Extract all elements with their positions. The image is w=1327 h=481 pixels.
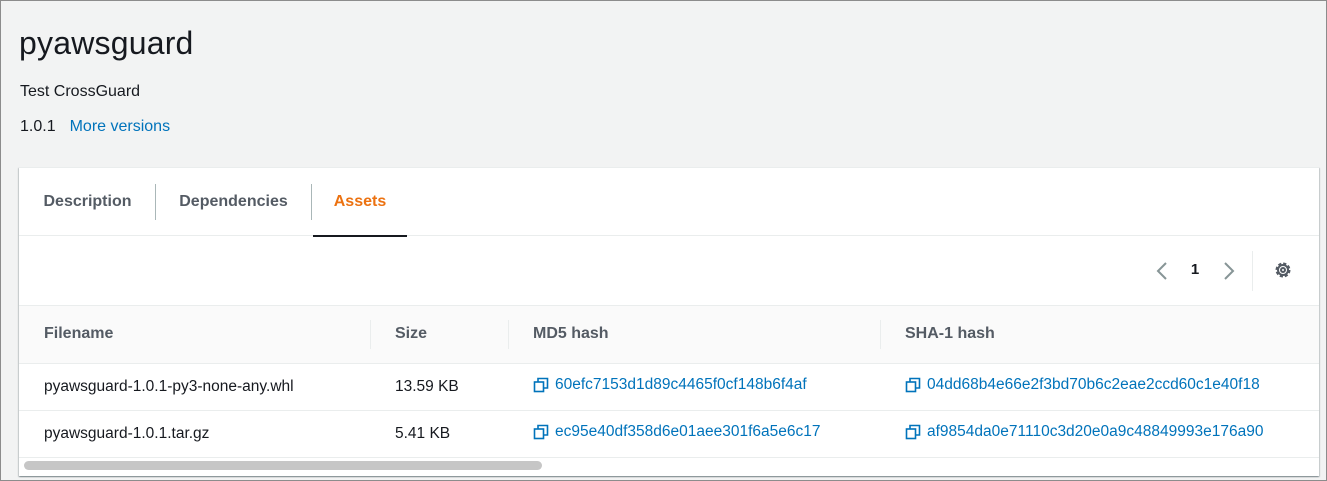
tab-dependencies[interactable]: Dependencies	[156, 168, 311, 236]
cell-size: 5.41 KB	[370, 410, 508, 458]
tab-label: Description	[43, 193, 132, 210]
page-frame: pyawsguard Test CrossGuard 1.0.1 More ve…	[0, 0, 1327, 481]
tab-label: Dependencies	[179, 193, 288, 210]
assets-panel: Description Dependencies Assets 1 Filena…	[19, 167, 1319, 476]
column-header-filename[interactable]: Filename	[19, 306, 370, 364]
page-title: pyawsguard	[19, 25, 194, 61]
version-label: 1.0.1	[20, 118, 56, 135]
tab-description[interactable]: Description	[19, 168, 156, 236]
gear-icon[interactable]	[1272, 259, 1294, 281]
table-header-row: Filename Size MD5 hash SHA-1 hash	[19, 306, 1319, 364]
cell-sha1: 04dd68b4e66e2f3bd70b6c2eae2ccd60c1e40f18	[880, 363, 1319, 411]
tab-bar: Description Dependencies Assets	[19, 168, 1319, 237]
page-number[interactable]: 1	[1189, 261, 1201, 278]
column-header-size[interactable]: Size	[370, 306, 508, 364]
column-header-md5[interactable]: MD5 hash	[508, 306, 880, 364]
version-row: 1.0.1 More versions	[20, 118, 170, 136]
horizontal-scrollbar[interactable]	[24, 461, 542, 470]
tab-divider	[311, 184, 312, 220]
cell-sha1: af9854da0e71110c3d20e0a9c48849993e176a90	[880, 410, 1319, 458]
table-row: pyawsguard-1.0.1-py3-none-any.whl 13.59 …	[19, 363, 1319, 411]
copy-icon	[533, 424, 549, 440]
copy-md5-link[interactable]: 60efc7153d1d89c4465f0cf148b6f4af	[533, 376, 807, 394]
cell-filename: pyawsguard-1.0.1.tar.gz	[19, 410, 370, 458]
assets-table: Filename Size MD5 hash SHA-1 hash pyawsg…	[19, 306, 1319, 458]
copy-sha1-link[interactable]: af9854da0e71110c3d20e0a9c48849993e176a90	[905, 423, 1263, 441]
cell-md5: 60efc7153d1d89c4465f0cf148b6f4af	[508, 363, 880, 411]
chevron-left-icon[interactable]	[1152, 260, 1172, 282]
copy-md5-link[interactable]: ec95e40df358d6e01aee301f6a5e6c17	[533, 423, 820, 441]
cell-filename: pyawsguard-1.0.1-py3-none-any.whl	[19, 363, 370, 411]
copy-icon	[533, 377, 549, 393]
column-header-sha1[interactable]: SHA-1 hash	[880, 306, 1319, 364]
tab-assets[interactable]: Assets	[313, 168, 407, 237]
cell-size: 13.59 KB	[370, 363, 508, 411]
copy-icon	[905, 377, 921, 393]
more-versions-link[interactable]: More versions	[70, 118, 170, 136]
pagination-divider	[1252, 251, 1253, 291]
pagination-bar: 1	[19, 236, 1319, 306]
copy-icon	[905, 424, 921, 440]
chevron-right-icon[interactable]	[1219, 260, 1239, 282]
table-row: pyawsguard-1.0.1.tar.gz 5.41 KB ec95e40d…	[19, 410, 1319, 458]
copy-sha1-link[interactable]: 04dd68b4e66e2f3bd70b6c2eae2ccd60c1e40f18	[905, 376, 1260, 394]
tab-label: Assets	[333, 193, 387, 210]
cell-md5: ec95e40df358d6e01aee301f6a5e6c17	[508, 410, 880, 458]
package-description: Test CrossGuard	[20, 83, 141, 100]
